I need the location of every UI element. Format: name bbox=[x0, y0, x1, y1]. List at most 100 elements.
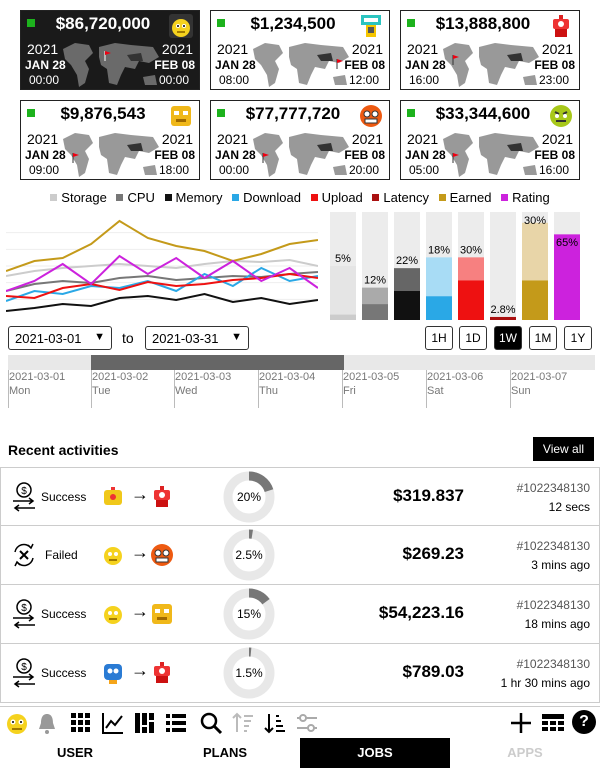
zoom-1w-button[interactable]: 1W bbox=[494, 326, 522, 350]
tab-user[interactable]: USER bbox=[0, 738, 150, 768]
zoom-1h-button[interactable]: 1H bbox=[425, 326, 453, 350]
timeline-tick: 2021-03-02 Tue bbox=[91, 370, 148, 408]
bar[interactable] bbox=[522, 280, 548, 320]
legend-swatch bbox=[116, 194, 124, 201]
list-icon[interactable] bbox=[163, 710, 189, 736]
view-all-button[interactable]: View all bbox=[533, 437, 594, 461]
yellow-robot-avatar-icon bbox=[169, 14, 193, 38]
zoom-1y-button[interactable]: 1Y bbox=[564, 326, 592, 350]
start-year: 2021 bbox=[27, 41, 59, 57]
line-chart-icon[interactable] bbox=[100, 710, 126, 736]
legend-item-latency[interactable]: Latency bbox=[372, 190, 429, 205]
legend-item-upload[interactable]: Upload bbox=[310, 190, 363, 205]
legend-item-cpu[interactable]: CPU bbox=[116, 190, 155, 205]
progress-label: 1.5% bbox=[235, 666, 263, 680]
status-square bbox=[407, 19, 415, 27]
world-map-icon bbox=[443, 43, 539, 87]
bar[interactable] bbox=[330, 314, 356, 320]
sort-ascending-icon[interactable] bbox=[230, 710, 256, 736]
grid-icon[interactable] bbox=[68, 710, 94, 736]
bar-label: 30% bbox=[524, 215, 546, 227]
date-to-select[interactable]: 2021-03-31 ▼ bbox=[145, 326, 249, 350]
bell-icon[interactable] bbox=[34, 710, 60, 736]
search-icon[interactable] bbox=[198, 710, 224, 736]
activity-id[interactable]: #1022348130 bbox=[517, 657, 590, 671]
bar-label: 30% bbox=[460, 244, 482, 256]
red-robot-avatar-icon bbox=[553, 15, 569, 37]
status-square bbox=[217, 109, 225, 117]
user-avatar-icon[interactable] bbox=[4, 710, 30, 736]
sort-descending-icon[interactable] bbox=[262, 710, 288, 736]
activity-row[interactable]: $ Success → 15% $54,223.16 #1022348130 1… bbox=[0, 585, 600, 644]
svg-text:$: $ bbox=[21, 603, 27, 614]
activity-status: Success bbox=[41, 490, 87, 504]
summary-card[interactable]: $13,888,800 2021 2021 JAN 28 FEB 08 16:0… bbox=[400, 10, 580, 90]
table-icon[interactable] bbox=[540, 710, 566, 736]
world-map-icon bbox=[443, 133, 539, 177]
tick-date: 2021-03-03 bbox=[175, 371, 232, 383]
help-icon[interactable]: ? bbox=[572, 710, 596, 734]
legend-item-earned[interactable]: Earned bbox=[438, 190, 492, 205]
legend-item-download[interactable]: Download bbox=[232, 190, 301, 205]
arrow-right-icon: → bbox=[131, 601, 149, 621]
summary-card[interactable]: $1,234,500 2021 2021 JAN 28 FEB 08 08:00… bbox=[210, 10, 390, 90]
legend-item-memory[interactable]: Memory bbox=[164, 190, 223, 205]
zoom-1m-button[interactable]: 1M bbox=[529, 326, 557, 350]
bar[interactable] bbox=[458, 280, 484, 320]
summary-card[interactable]: $77,777,720 2021 2021 JAN 28 FEB 08 00:0… bbox=[210, 100, 390, 180]
orange-robot-avatar-icon bbox=[360, 105, 382, 127]
orange-robot-avatar-icon bbox=[151, 544, 173, 566]
tick-day: Sat bbox=[427, 385, 444, 397]
tab-apps[interactable]: APPS bbox=[450, 738, 600, 768]
summary-cards: $86,720,000 2021 2021 JAN 28 FEB 08 00:0… bbox=[20, 10, 580, 180]
dashboard-icon[interactable] bbox=[132, 710, 158, 736]
end-year: 2021 bbox=[541, 131, 573, 147]
bar-label: 5% bbox=[335, 253, 351, 265]
legend-item-storage[interactable]: Storage bbox=[50, 190, 107, 205]
add-icon[interactable] bbox=[508, 710, 534, 736]
recent-activities-title: Recent activities bbox=[8, 442, 119, 458]
activity-status: Success bbox=[41, 607, 87, 621]
activity-id[interactable]: #1022348130 bbox=[517, 481, 590, 495]
world-map-icon bbox=[63, 133, 159, 177]
yellow-robot-avatar-icon bbox=[104, 547, 122, 565]
activity-id[interactable]: #1022348130 bbox=[517, 598, 590, 612]
tick-date: 2021-03-05 bbox=[343, 371, 400, 383]
summary-card[interactable]: $9,876,543 2021 2021 JAN 28 FEB 08 09:00… bbox=[20, 100, 200, 180]
arrow-right-icon: → bbox=[131, 484, 149, 504]
bar[interactable] bbox=[362, 304, 388, 320]
tick-date: 2021-03-01 bbox=[9, 371, 66, 383]
activity-row[interactable]: Failed → 2.5% $269.23 #1022348130 3 mins… bbox=[0, 526, 600, 585]
tick-day: Fri bbox=[343, 385, 356, 397]
bar[interactable] bbox=[394, 291, 420, 320]
tab-plans[interactable]: PLANS bbox=[150, 738, 300, 768]
summary-card[interactable]: $86,720,000 2021 2021 JAN 28 FEB 08 00:0… bbox=[20, 10, 200, 90]
filter-sliders-icon[interactable] bbox=[294, 710, 320, 736]
line-chart bbox=[6, 219, 318, 312]
end-year: 2021 bbox=[161, 131, 193, 147]
legend-item-rating[interactable]: Rating bbox=[501, 190, 550, 205]
activity-amount: $319.837 bbox=[393, 486, 464, 505]
start-time: 05:00 bbox=[409, 163, 440, 177]
legend-swatch bbox=[164, 194, 172, 201]
activity-time: 3 mins ago bbox=[531, 558, 590, 572]
activity-row[interactable]: $ Success → 20% $319.837 #1022348130 12 … bbox=[0, 467, 600, 526]
series-line-cpu bbox=[6, 271, 318, 292]
tab-jobs[interactable]: JOBS bbox=[300, 738, 450, 768]
summary-card[interactable]: $33,344,600 2021 2021 JAN 28 FEB 08 05:0… bbox=[400, 100, 580, 180]
activity-row[interactable]: $ Success → 1.5% $789.03 #1022348130 1 h… bbox=[0, 644, 600, 703]
zoom-1d-button[interactable]: 1D bbox=[459, 326, 487, 350]
dollar-transfer-icon: $ bbox=[13, 482, 35, 512]
tick-day: Wed bbox=[175, 385, 198, 397]
bar[interactable] bbox=[426, 296, 452, 320]
timeline-track[interactable] bbox=[8, 355, 595, 370]
activity-list: $ Success → 20% $319.837 #1022348130 12 … bbox=[0, 467, 600, 703]
chevron-down-icon: ▼ bbox=[231, 331, 242, 343]
progress-label: 20% bbox=[236, 490, 262, 504]
world-map-icon bbox=[253, 43, 349, 87]
activity-id[interactable]: #1022348130 bbox=[517, 539, 590, 553]
start-time: 09:00 bbox=[29, 163, 60, 177]
date-from-select[interactable]: 2021-03-01 ▼ bbox=[8, 326, 112, 350]
timeline-selection-handle[interactable] bbox=[91, 355, 344, 370]
bar[interactable] bbox=[490, 316, 516, 320]
